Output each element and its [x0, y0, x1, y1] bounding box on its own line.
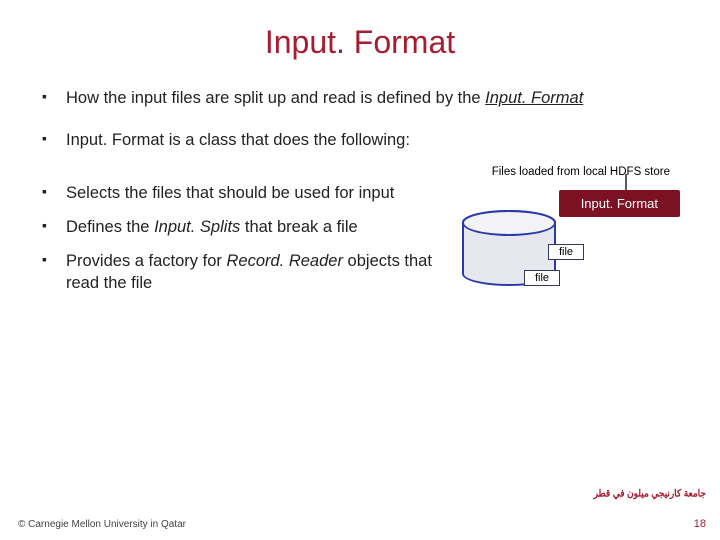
logo-arabic-line: جامعة كارنيجي ميلون في قطر — [594, 487, 706, 499]
cmu-qatar-logo: جامعة كارنيجي ميلون في قطر — [556, 488, 706, 514]
bullet-4: Defines the Input. Splits that break a f… — [40, 216, 444, 238]
bullet-3: Selects the files that should be used fo… — [40, 182, 444, 204]
file-box-1: file — [548, 244, 584, 260]
page-number: 18 — [694, 518, 706, 530]
bullet-list: How the input files are split up and rea… — [40, 87, 680, 152]
bullet-4-post: that break a file — [240, 218, 357, 236]
lower-section: Selects the files that should be used fo… — [40, 182, 680, 322]
bullet-5: Provides a factory for Record. Reader ob… — [40, 250, 444, 295]
diagram: Input. Format file file — [458, 182, 680, 322]
slide: Input. Format How the input files are sp… — [0, 0, 720, 540]
bullet-1-keyword: Input. Format — [485, 89, 583, 107]
input-format-badge: Input. Format — [559, 190, 680, 217]
bullet-1: How the input files are split up and rea… — [40, 87, 680, 109]
bullet-5-pre: Provides a factory for — [66, 252, 226, 270]
bullet-1-text: How the input files are split up and rea… — [66, 89, 485, 107]
bullet-4-keyword: Input. Splits — [154, 218, 240, 236]
bullet-4-pre: Defines the — [66, 218, 154, 236]
files-loaded-label: Files loaded from local HDFS store — [40, 166, 680, 178]
bullet-2: Input. Format is a class that does the f… — [40, 129, 680, 151]
footer: © Carnegie Mellon University in Qatar 18 — [18, 518, 706, 530]
bullet-5-keyword: Record. Reader — [226, 252, 342, 270]
copyright-text: © Carnegie Mellon University in Qatar — [18, 519, 186, 530]
slide-title: Input. Format — [40, 24, 680, 61]
bullet-list-lower: Selects the files that should be used fo… — [40, 182, 444, 295]
file-box-2: file — [524, 270, 560, 286]
